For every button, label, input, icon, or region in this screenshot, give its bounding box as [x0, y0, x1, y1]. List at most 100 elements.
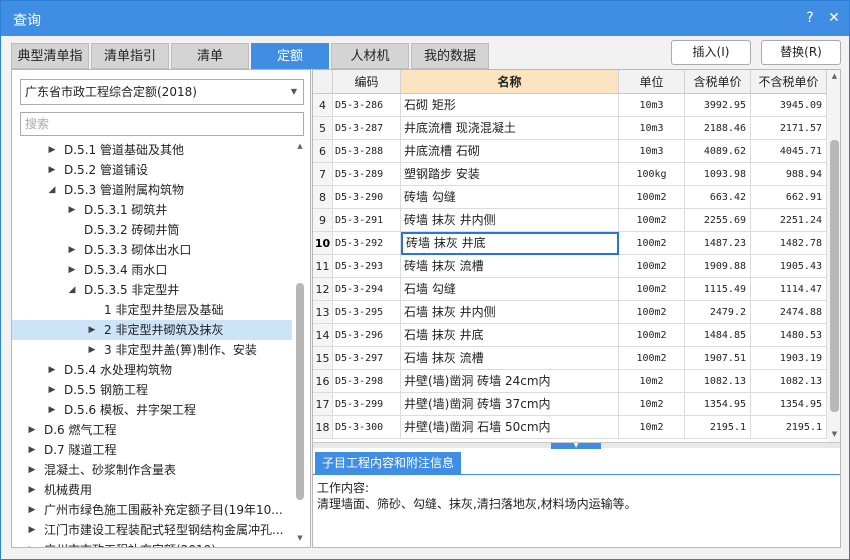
tree-node[interactable]: ▶ D.5.5 钢筋工程: [12, 380, 292, 400]
cell-notax-price[interactable]: 2251.24: [751, 209, 827, 232]
cell-notax-price[interactable]: 1903.19: [751, 347, 827, 370]
header-name[interactable]: 名称: [401, 70, 619, 94]
cell-notax-price[interactable]: 4045.71: [751, 140, 827, 163]
tree-node[interactable]: ▶ 混凝土、砂浆制作含量表: [12, 460, 292, 480]
tree-node[interactable]: ◢ D.5.3.5 非定型井: [12, 280, 292, 300]
expand-arrow-icon[interactable]: ▶: [46, 380, 58, 400]
table-row[interactable]: 13 D5-3-295 石墙 抹灰 井内侧 100m2 2479.2 2474.88: [313, 301, 827, 324]
tree-node[interactable]: ▶ D.5.3.1 砌筑井: [12, 200, 292, 220]
cell-code[interactable]: D5-3-296: [333, 324, 401, 347]
cell-code[interactable]: D5-3-290: [333, 186, 401, 209]
cell-tax-price[interactable]: 2195.1: [685, 416, 751, 439]
scroll-up-icon[interactable]: ▲: [293, 140, 307, 152]
cell-unit[interactable]: 10m3: [619, 94, 685, 117]
cell-code[interactable]: D5-3-295: [333, 301, 401, 324]
cell-notax-price[interactable]: 2474.88: [751, 301, 827, 324]
cell-notax-price[interactable]: 2171.57: [751, 117, 827, 140]
tree-node[interactable]: ▶ 广州市绿色施工围蔽补充定额子目(19年10...: [12, 500, 292, 520]
tree-node[interactable]: 1 非定型井垫层及基础: [12, 300, 292, 320]
cell-name[interactable]: 井壁(墙)凿洞 砖墙 37cm内: [401, 393, 619, 416]
table-row[interactable]: 11 D5-3-293 砖墙 抹灰 流槽 100m2 1909.88 1905.43: [313, 255, 827, 278]
expand-arrow-icon[interactable]: ▶: [26, 500, 38, 520]
cell-code[interactable]: D5-3-293: [333, 255, 401, 278]
collapse-arrow-icon[interactable]: ◢: [66, 280, 78, 300]
cell-tax-price[interactable]: 4089.62: [685, 140, 751, 163]
cell-tax-price[interactable]: 1487.23: [685, 232, 751, 255]
collapse-icon[interactable]: ▼: [551, 443, 601, 449]
cell-name[interactable]: 井底流槽 石砌: [401, 140, 619, 163]
expand-arrow-icon[interactable]: ▶: [26, 540, 38, 547]
table-row[interactable]: 7 D5-3-289 塑钢踏步 安装 100kg 1093.98 988.94: [313, 163, 827, 186]
table-row[interactable]: 9 D5-3-291 砖墙 抹灰 井内侧 100m2 2255.69 2251.24: [313, 209, 827, 232]
cell-notax-price[interactable]: 2195.1: [751, 416, 827, 439]
cell-code[interactable]: D5-3-297: [333, 347, 401, 370]
table-row[interactable]: 10 D5-3-292 砖墙 抹灰 井底 100m2 1487.23 1482.78: [313, 232, 827, 255]
tab-quota[interactable]: 定额: [251, 43, 329, 69]
cell-unit[interactable]: 10m2: [619, 416, 685, 439]
table-row[interactable]: 6 D5-3-288 井底流槽 石砌 10m3 4089.62 4045.71: [313, 140, 827, 163]
cell-notax-price[interactable]: 1482.78: [751, 232, 827, 255]
cell-tax-price[interactable]: 1093.98: [685, 163, 751, 186]
expand-arrow-icon[interactable]: ▶: [66, 260, 78, 280]
tab-typical-bill-guide[interactable]: 典型清单指引: [11, 43, 89, 90]
expand-arrow-icon[interactable]: ▶: [66, 200, 78, 220]
cell-unit[interactable]: 100m2: [619, 209, 685, 232]
cell-code[interactable]: D5-3-299: [333, 393, 401, 416]
tab-bill-guide[interactable]: 清单指引: [91, 43, 169, 69]
cell-code[interactable]: D5-3-286: [333, 94, 401, 117]
tree-scrollbar[interactable]: ▲ ▼: [293, 140, 307, 545]
table-row[interactable]: 17 D5-3-299 井壁(墙)凿洞 砖墙 37cm内 10m2 1354.95 135…: [313, 393, 827, 416]
grid-scrollbar[interactable]: ▲ ▼: [827, 70, 840, 442]
cell-name[interactable]: 砖墙 抹灰 井底: [401, 232, 619, 255]
cell-code[interactable]: D5-3-287: [333, 117, 401, 140]
cell-notax-price[interactable]: 1905.43: [751, 255, 827, 278]
tree-node[interactable]: ▶ 3 非定型井盖(箅)制作、安装: [12, 340, 292, 360]
help-icon[interactable]: ?: [800, 8, 820, 28]
cell-name[interactable]: 石墙 勾缝: [401, 278, 619, 301]
cell-tax-price[interactable]: 1907.51: [685, 347, 751, 370]
panel-splitter[interactable]: ▼: [313, 442, 840, 449]
cell-tax-price[interactable]: 2188.46: [685, 117, 751, 140]
tree-node[interactable]: ▶ D.5.1 管道基础及其他: [12, 140, 292, 160]
cell-name[interactable]: 石砌 矩形: [401, 94, 619, 117]
cell-tax-price[interactable]: 1354.95: [685, 393, 751, 416]
cell-unit[interactable]: 10m2: [619, 370, 685, 393]
cell-notax-price[interactable]: 1114.47: [751, 278, 827, 301]
cell-notax-price[interactable]: 662.91: [751, 186, 827, 209]
scroll-down-icon[interactable]: ▼: [293, 532, 307, 544]
tab-labor-material-machine[interactable]: 人材机: [331, 43, 409, 69]
cell-unit[interactable]: 100m2: [619, 255, 685, 278]
expand-arrow-icon[interactable]: ▶: [26, 520, 38, 540]
cell-code[interactable]: D5-3-291: [333, 209, 401, 232]
expand-arrow-icon[interactable]: ▶: [86, 320, 98, 340]
cell-unit[interactable]: 100m2: [619, 186, 685, 209]
cell-code[interactable]: D5-3-294: [333, 278, 401, 301]
cell-name[interactable]: 石墙 抹灰 井底: [401, 324, 619, 347]
expand-arrow-icon[interactable]: ▶: [46, 400, 58, 420]
cell-unit[interactable]: 100m2: [619, 301, 685, 324]
tab-item-content-notes[interactable]: 子目工程内容和附注信息: [315, 452, 462, 474]
cell-name[interactable]: 塑钢踏步 安装: [401, 163, 619, 186]
tree-node[interactable]: ▶ D.7 隧道工程: [12, 440, 292, 460]
cell-tax-price[interactable]: 1115.49: [685, 278, 751, 301]
cell-unit[interactable]: 10m3: [619, 140, 685, 163]
tree-node[interactable]: ▶ D.5.3.4 雨水口: [12, 260, 292, 280]
cell-name[interactable]: 砖墙 抹灰 流槽: [401, 255, 619, 278]
cell-tax-price[interactable]: 2255.69: [685, 209, 751, 232]
expand-arrow-icon[interactable]: ▶: [26, 440, 38, 460]
tree-node[interactable]: D.5.3.2 砖砌井筒: [12, 220, 292, 240]
chevron-down-icon[interactable]: ▼: [291, 80, 297, 104]
table-row[interactable]: 16 D5-3-298 井壁(墙)凿洞 砖墙 24cm内 10m2 1082.13 108…: [313, 370, 827, 393]
expand-arrow-icon[interactable]: ▶: [46, 360, 58, 380]
tree-node[interactable]: ▶ D.5.6 模板、井字架工程: [12, 400, 292, 420]
cell-name[interactable]: 砖墙 勾缝: [401, 186, 619, 209]
header-tax-price[interactable]: 含税单价: [685, 70, 751, 94]
cell-code[interactable]: D5-3-289: [333, 163, 401, 186]
cell-notax-price[interactable]: 988.94: [751, 163, 827, 186]
cell-code[interactable]: D5-3-300: [333, 416, 401, 439]
close-icon[interactable]: ✕: [824, 8, 844, 28]
tree-node[interactable]: ▶ 广州市市政工程补充定额(2019): [12, 540, 292, 547]
cell-tax-price[interactable]: 1909.88: [685, 255, 751, 278]
tree-node[interactable]: ▶ D.5.3.3 砌体出水口: [12, 240, 292, 260]
table-row[interactable]: 8 D5-3-290 砖墙 勾缝 100m2 663.42 662.91: [313, 186, 827, 209]
